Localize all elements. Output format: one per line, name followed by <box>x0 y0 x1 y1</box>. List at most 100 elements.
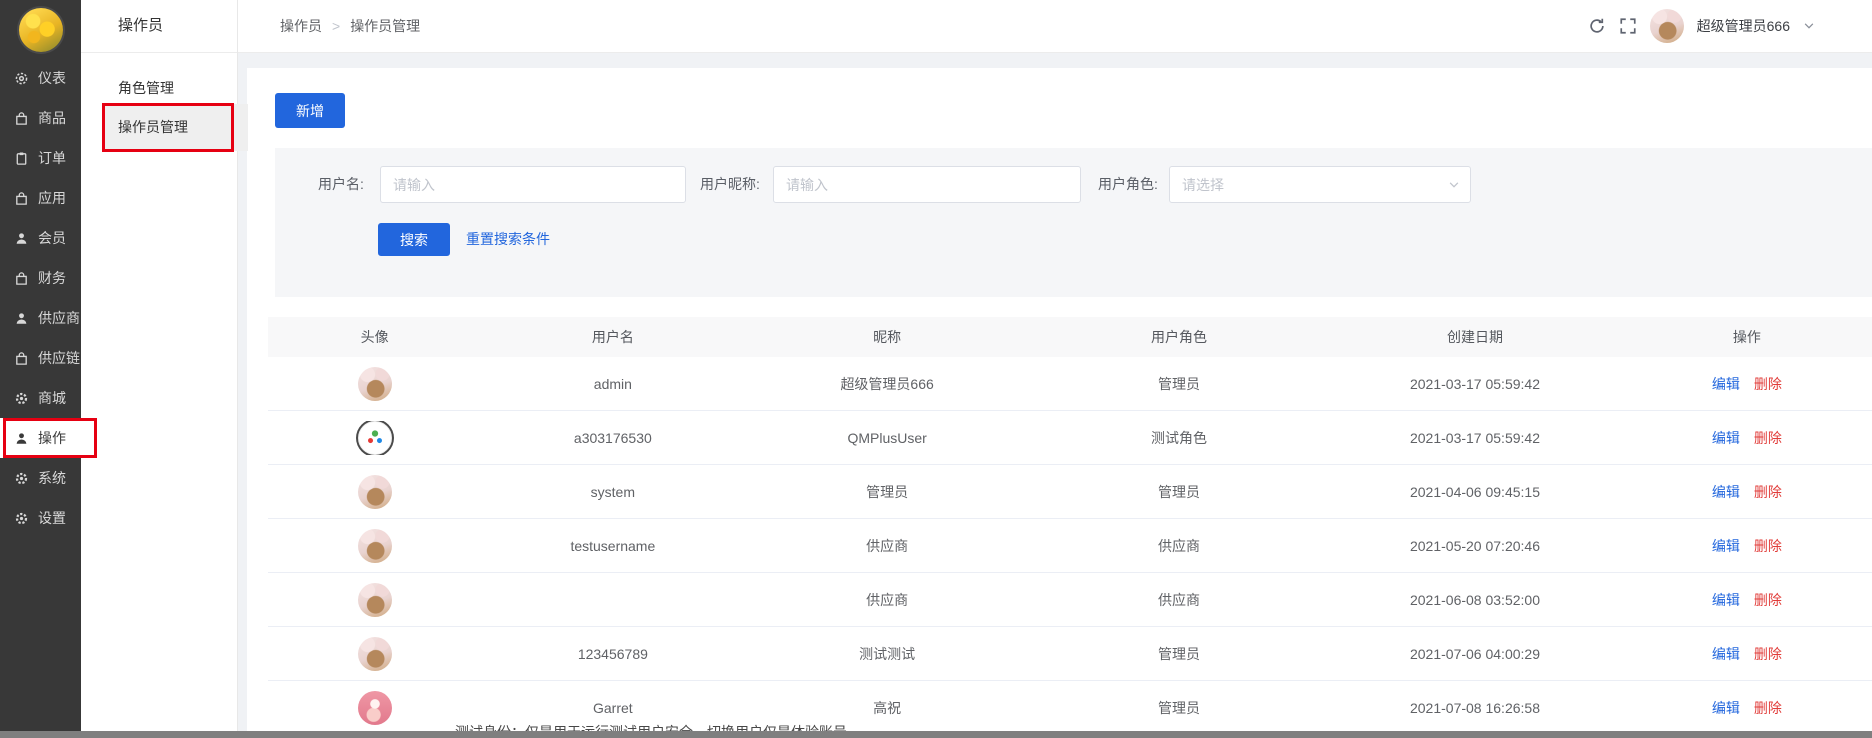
cell-username: Garret <box>481 700 744 716</box>
edit-link[interactable]: 编辑 <box>1712 430 1740 446</box>
cell-created: 2021-07-08 16:26:58 <box>1328 700 1622 716</box>
search-button[interactable]: 搜索 <box>378 223 450 256</box>
username-input[interactable] <box>380 166 686 203</box>
delete-link[interactable]: 删除 <box>1754 376 1782 392</box>
sidebar-item-label: 订单 <box>38 148 66 168</box>
delete-link[interactable]: 删除 <box>1754 430 1782 446</box>
delete-link[interactable]: 删除 <box>1754 538 1782 554</box>
edit-link[interactable]: 编辑 <box>1712 538 1740 554</box>
table-row: 123456789 测试测试 管理员 2021-07-06 04:00:29 编… <box>268 627 1872 681</box>
cell-role: 供应商 <box>1030 536 1328 556</box>
column-header-role: 用户角色 <box>1030 327 1328 347</box>
cell-nickname: 供应商 <box>744 536 1030 556</box>
reset-search-link[interactable]: 重置搜索条件 <box>466 223 550 256</box>
cell-role: 管理员 <box>1030 698 1328 718</box>
table-row: admin 超级管理员666 管理员 2021-03-17 05:59:42 编… <box>268 357 1872 411</box>
sidebar-item-label: 供应商 <box>38 308 80 328</box>
delete-link[interactable]: 删除 <box>1754 592 1782 608</box>
role-select[interactable]: 请选择 <box>1169 166 1471 203</box>
breadcrumb-item-operator[interactable]: 操作员 <box>280 16 322 36</box>
user-avatar[interactable] <box>1650 9 1684 43</box>
submenu-item-role-management[interactable]: 角色管理 <box>81 67 237 109</box>
delete-link[interactable]: 删除 <box>1754 646 1782 662</box>
gauge-icon <box>14 71 29 86</box>
delete-link[interactable]: 删除 <box>1754 700 1782 716</box>
sidebar-item-apps[interactable]: 应用 <box>0 178 81 218</box>
sidebar-item-label: 仪表 <box>38 68 66 88</box>
cell-role: 供应商 <box>1030 590 1328 610</box>
sidebar-item-label: 应用 <box>38 188 66 208</box>
sidebar-item-suppliers[interactable]: 供应商 <box>0 298 81 338</box>
sidebar-item-label: 设置 <box>38 508 66 528</box>
cell-username: a303176530 <box>481 430 744 446</box>
table-row: a303176530 QMPlusUser 测试角色 2021-03-17 05… <box>268 411 1872 465</box>
edit-link[interactable]: 编辑 <box>1712 484 1740 500</box>
cell-created: 2021-05-20 07:20:46 <box>1328 538 1622 554</box>
table-row: 供应商 供应商 2021-06-08 03:52:00 编辑删除 <box>268 573 1872 627</box>
app-window: 仪表 商品 订单 应用 会员 财务 <box>0 0 1872 738</box>
edit-link[interactable]: 编辑 <box>1712 376 1740 392</box>
user-name[interactable]: 超级管理员666 <box>1697 16 1790 36</box>
sidebar-item-orders[interactable]: 订单 <box>0 138 81 178</box>
cell-created: 2021-03-17 05:59:42 <box>1328 430 1622 446</box>
column-header-username: 用户名 <box>481 327 744 347</box>
nickname-input[interactable] <box>773 166 1081 203</box>
refresh-icon[interactable] <box>1588 17 1606 35</box>
sidebar-item-label: 系统 <box>38 468 66 488</box>
sidebar-item-members[interactable]: 会员 <box>0 218 81 258</box>
sidebar-item-label: 财务 <box>38 268 66 288</box>
row-avatar <box>358 529 392 563</box>
cell-username: admin <box>481 376 744 392</box>
row-avatar <box>358 691 392 725</box>
topbar-actions: 超级管理员666 <box>1588 0 1815 52</box>
sidebar-item-dashboard[interactable]: 仪表 <box>0 58 81 98</box>
column-header-nickname: 昵称 <box>744 327 1030 347</box>
sidebar-item-mall[interactable]: 商城 <box>0 378 81 418</box>
cell-created: 2021-06-08 03:52:00 <box>1328 592 1622 608</box>
submenu-panel: 操作员 角色管理 操作员管理 <box>81 0 238 738</box>
column-header-actions: 操作 <box>1622 327 1872 347</box>
bag-icon <box>14 271 29 286</box>
cell-nickname: 测试测试 <box>744 644 1030 664</box>
role-label: 用户角色: <box>1098 166 1158 203</box>
add-button[interactable]: 新增 <box>275 93 345 128</box>
submenu-title: 操作员 <box>81 0 237 53</box>
chevron-down-icon[interactable] <box>1803 20 1815 32</box>
row-avatar <box>358 367 392 401</box>
user-icon <box>14 431 29 446</box>
cell-username: testusername <box>481 538 744 554</box>
nickname-label: 用户昵称: <box>700 166 760 203</box>
submenu-item-operator-management[interactable]: 操作员管理 <box>103 104 248 151</box>
cell-created: 2021-04-06 09:45:15 <box>1328 484 1622 500</box>
cell-username: system <box>481 484 744 500</box>
cell-role: 管理员 <box>1030 374 1328 394</box>
sidebar-item-supply-chain[interactable]: 供应链 <box>0 338 81 378</box>
sidebar-item-finance[interactable]: 财务 <box>0 258 81 298</box>
edit-link[interactable]: 编辑 <box>1712 646 1740 662</box>
cell-role: 管理员 <box>1030 644 1328 664</box>
role-select-placeholder: 请选择 <box>1182 175 1224 195</box>
edit-link[interactable]: 编辑 <box>1712 592 1740 608</box>
main-sidebar: 仪表 商品 订单 应用 会员 财务 <box>0 0 81 738</box>
cell-role: 管理员 <box>1030 482 1328 502</box>
sidebar-item-settings[interactable]: 设置 <box>0 498 81 538</box>
username-label: 用户名: <box>318 166 364 203</box>
cell-created: 2021-07-06 04:00:29 <box>1328 646 1622 662</box>
sidebar-item-system[interactable]: 系统 <box>0 458 81 498</box>
row-avatar <box>358 421 392 455</box>
user-icon <box>14 231 29 246</box>
clipboard-icon <box>14 151 29 166</box>
sidebar-item-operations[interactable]: 操作 <box>0 418 81 458</box>
fullscreen-icon[interactable] <box>1619 17 1637 35</box>
window-bottom-edge <box>0 731 1872 738</box>
operators-table: 头像 用户名 昵称 用户角色 创建日期 操作 admin 超级管理员666 管理… <box>268 317 1872 735</box>
gear-icon <box>14 391 29 406</box>
edit-link[interactable]: 编辑 <box>1712 700 1740 716</box>
gear-icon <box>14 471 29 486</box>
content-card: 新增 用户名: 用户昵称: 用户角色: 请选择 搜索 重置搜索条件 头像 用户名… <box>247 68 1872 731</box>
search-filter-panel: 用户名: 用户昵称: 用户角色: 请选择 搜索 重置搜索条件 <box>275 148 1872 297</box>
main-nav: 仪表 商品 订单 应用 会员 财务 <box>0 58 81 538</box>
delete-link[interactable]: 删除 <box>1754 484 1782 500</box>
table-header-row: 头像 用户名 昵称 用户角色 创建日期 操作 <box>268 317 1872 357</box>
sidebar-item-goods[interactable]: 商品 <box>0 98 81 138</box>
